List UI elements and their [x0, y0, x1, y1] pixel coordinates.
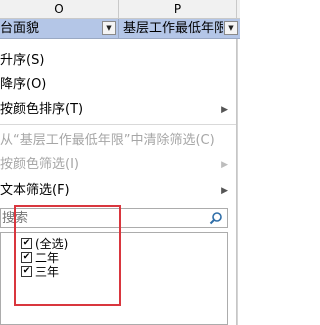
menu-item-label: 文本筛选(F) [0, 183, 70, 198]
annotation-highlight-box [14, 205, 121, 306]
menu-item-filter-by-color: 按颜色筛选(I) ▶ [0, 153, 236, 177]
menu-item-text-filters[interactable]: 文本筛选(F) ▶ [0, 179, 236, 203]
column-header-row: O P [0, 0, 240, 19]
menu-item-label: 升序(S) [0, 53, 45, 68]
menu-item-label: 按颜色筛选(I) [0, 157, 79, 172]
menu-item-clear-filter: 从“基层工作最低年限”中清除筛选(C) [0, 129, 236, 153]
menu-item-sort-by-color[interactable]: 按颜色排序(T) ▶ [0, 98, 236, 122]
column-divider [118, 19, 119, 38]
menu-separator [0, 124, 236, 125]
filter-dropdown-button-o[interactable]: ▼ [102, 21, 116, 35]
header-cell-p[interactable]: 基层工作最低年限 [120, 19, 223, 38]
filter-dropdown-button-p[interactable]: ▼ [224, 21, 238, 35]
header-cell-o[interactable]: 台面貌 [0, 19, 103, 38]
search-icon[interactable] [209, 211, 223, 225]
menu-item-label: 按颜色排序(T) [0, 102, 84, 117]
table-header-row: 台面貌 ▼ 基层工作最低年限 ▼ [0, 19, 240, 39]
sheet-gridline [237, 39, 238, 325]
column-header-p[interactable]: P [119, 0, 237, 18]
menu-item-label: 从“基层工作最低年限”中清除筛选(C) [0, 133, 215, 148]
submenu-arrow-icon: ▶ [221, 105, 228, 115]
menu-item-label: 降序(O) [0, 77, 47, 92]
menu-item-sort-descending[interactable]: 降序(O) [0, 73, 236, 97]
menu-item-sort-ascending[interactable]: 升序(S) [0, 49, 236, 73]
submenu-arrow-icon: ▶ [221, 186, 228, 196]
submenu-arrow-icon: ▶ [221, 160, 228, 170]
column-header-o[interactable]: O [0, 0, 119, 18]
